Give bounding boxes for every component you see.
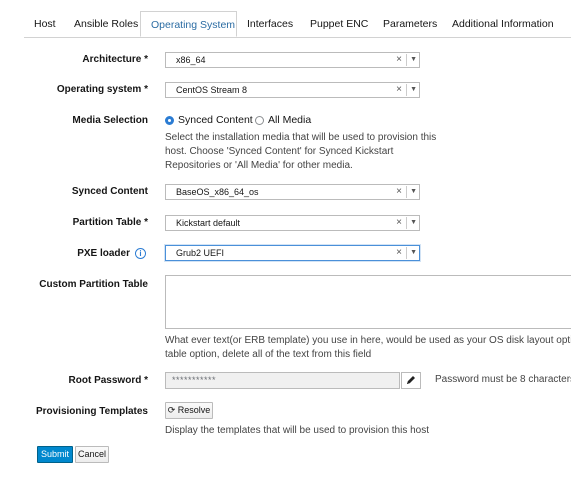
partition-table-label: Partition Table *: [72, 217, 148, 228]
help-line: Select the installation media that will …: [165, 132, 437, 143]
partition-table-select[interactable]: Kickstart default × ▼: [165, 215, 420, 231]
cancel-button[interactable]: Cancel: [75, 446, 109, 463]
root-password-input[interactable]: ***********: [165, 372, 400, 389]
divider: [406, 84, 407, 96]
synced-content-value: BaseOS_x86_64_os: [176, 187, 259, 197]
caret-down-icon[interactable]: ▼: [410, 185, 417, 199]
submit-button[interactable]: Submit: [37, 446, 73, 463]
root-password-label: Root Password *: [68, 375, 148, 386]
root-password-help: Password must be 8 characters c: [435, 374, 571, 385]
clear-icon[interactable]: ×: [396, 246, 402, 260]
tab-host[interactable]: Host: [34, 11, 56, 37]
operating-system-select[interactable]: CentOS Stream 8 × ▼: [165, 82, 420, 98]
info-icon[interactable]: i: [135, 248, 146, 259]
clear-icon[interactable]: ×: [396, 216, 402, 230]
synced-content-radio[interactable]: [165, 116, 174, 125]
divider: [406, 247, 407, 259]
operating-system-value: CentOS Stream 8: [176, 85, 248, 95]
provisioning-templates-label: Provisioning Templates: [35, 406, 148, 417]
clear-icon[interactable]: ×: [396, 53, 402, 67]
clear-icon[interactable]: ×: [396, 185, 402, 199]
help-line: host. Choose 'Synced Content' for Synced…: [165, 146, 394, 157]
refresh-icon: ⟳: [167, 405, 176, 415]
caret-down-icon[interactable]: ▼: [410, 53, 417, 67]
custom-partition-table-help: What ever text(or ERB template) you use …: [165, 334, 571, 362]
provisioning-templates-help: Display the templates that will be used …: [165, 425, 430, 436]
root-password-value: ***********: [172, 375, 217, 385]
caret-down-icon[interactable]: ▼: [410, 246, 417, 260]
clear-icon[interactable]: ×: [396, 83, 402, 97]
architecture-label: Architecture *: [82, 54, 148, 65]
tab-ansible-roles[interactable]: Ansible Roles: [74, 11, 138, 37]
tab-puppet-enc[interactable]: Puppet ENC: [310, 11, 368, 37]
media-selection-help: Select the installation media that will …: [165, 131, 495, 173]
caret-down-icon[interactable]: ▼: [410, 216, 417, 230]
help-line: table option, delete all of the text fro…: [165, 349, 372, 360]
pxe-loader-select[interactable]: Grub2 UEFI × ▼: [165, 245, 420, 261]
pxe-loader-label: PXE loader: [77, 248, 130, 259]
synced-content-label: Synced Content: [71, 186, 148, 197]
all-media-radio[interactable]: [255, 116, 264, 125]
tab-bar: Host Ansible Roles Operating System Inte…: [24, 11, 571, 38]
tab-interfaces[interactable]: Interfaces: [247, 11, 293, 37]
resolve-button[interactable]: ⟳ Resolve: [165, 402, 213, 419]
divider: [406, 217, 407, 229]
tab-parameters[interactable]: Parameters: [383, 11, 437, 37]
all-media-radio-label[interactable]: All Media: [268, 114, 311, 126]
caret-down-icon[interactable]: ▼: [410, 83, 417, 97]
divider: [406, 186, 407, 198]
architecture-value: x86_64: [176, 55, 206, 65]
partition-table-value: Kickstart default: [176, 218, 241, 228]
tab-additional-information[interactable]: Additional Information: [452, 11, 554, 37]
synced-content-radio-label[interactable]: Synced Content: [178, 114, 253, 126]
help-line: What ever text(or ERB template) you use …: [165, 335, 571, 346]
custom-partition-table-label: Custom Partition Table: [39, 279, 148, 290]
help-line: Repositories or 'All Media' for other me…: [165, 160, 353, 171]
synced-content-select[interactable]: BaseOS_x86_64_os × ▼: [165, 184, 420, 200]
resolve-button-label: Resolve: [177, 405, 211, 415]
pxe-loader-value: Grub2 UEFI: [176, 248, 225, 258]
media-selection-label: Media Selection: [72, 115, 148, 126]
pencil-icon: [407, 376, 415, 384]
architecture-select[interactable]: x86_64 × ▼: [165, 52, 420, 68]
divider: [406, 54, 407, 66]
operating-system-label: Operating system *: [56, 84, 148, 95]
custom-partition-table-textarea[interactable]: [165, 275, 571, 329]
edit-password-button[interactable]: [401, 372, 421, 389]
tab-operating-system[interactable]: Operating System: [140, 11, 237, 37]
